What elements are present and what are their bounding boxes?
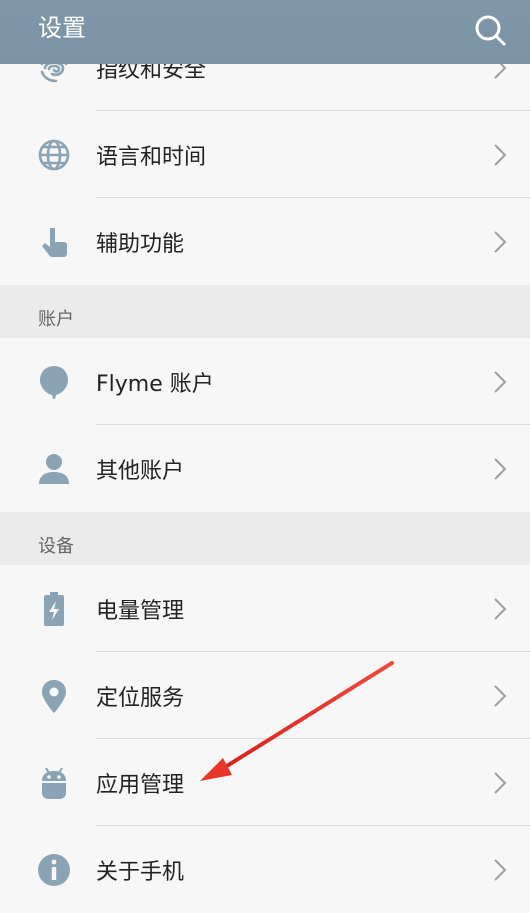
info-icon <box>36 852 72 888</box>
settings-item-battery[interactable]: 电量管理 <box>0 565 530 652</box>
settings-item-app-management[interactable]: 应用管理 <box>0 739 530 826</box>
search-icon[interactable] <box>472 12 508 48</box>
settings-item-other-accounts[interactable]: 其他账户 <box>0 425 530 512</box>
settings-item-flyme-account[interactable]: Flyme 账户 <box>0 338 530 425</box>
settings-item-label: 电量管理 <box>96 598 185 624</box>
page-title: 设置 <box>38 14 86 42</box>
chevron-right-icon <box>492 370 508 394</box>
chevron-right-icon <box>492 771 508 795</box>
settings-item-label: 关于手机 <box>96 859 185 885</box>
chevron-right-icon <box>492 143 508 167</box>
chevron-right-icon <box>492 230 508 254</box>
chevron-right-icon <box>492 457 508 481</box>
settings-item-label: Flyme 账户 <box>96 371 214 397</box>
section-title: 账户 <box>38 309 74 330</box>
battery-icon <box>36 591 72 627</box>
globe-icon <box>36 137 72 173</box>
settings-item-location[interactable]: 定位服务 <box>0 652 530 739</box>
section-title: 设备 <box>38 536 74 557</box>
settings-list: 指纹和安全 语言和时间 辅助功能 账户 Flyme 账户 其他账户 设备 电量管… <box>0 24 530 913</box>
android-icon <box>36 765 72 801</box>
settings-item-label: 定位服务 <box>96 685 185 711</box>
settings-item-accessibility[interactable]: 辅助功能 <box>0 198 530 285</box>
section-header-device: 设备 <box>0 512 530 565</box>
settings-item-label: 语言和时间 <box>96 144 207 170</box>
hand-pointer-icon <box>36 224 72 260</box>
chevron-right-icon <box>492 597 508 621</box>
settings-item-label: 应用管理 <box>96 772 185 798</box>
settings-item-label: 辅助功能 <box>96 231 185 257</box>
balloon-icon <box>36 364 72 400</box>
person-icon <box>36 451 72 487</box>
settings-item-language-time[interactable]: 语言和时间 <box>0 111 530 198</box>
settings-item-label: 其他账户 <box>96 458 185 484</box>
settings-item-about-phone[interactable]: 关于手机 <box>0 826 530 913</box>
section-header-account: 账户 <box>0 285 530 338</box>
app-header: 设置 <box>0 0 530 64</box>
location-pin-icon <box>36 678 72 714</box>
chevron-right-icon <box>492 858 508 882</box>
chevron-right-icon <box>492 684 508 708</box>
